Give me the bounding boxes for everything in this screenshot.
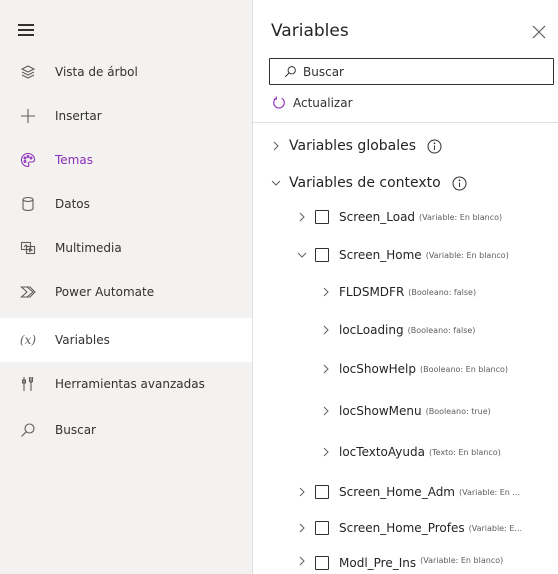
screen-checkbox[interactable] — [315, 556, 329, 570]
variable-meta: (Booleano: En blanco) — [420, 364, 509, 374]
layers-icon — [0, 64, 56, 80]
info-icon[interactable] — [452, 176, 467, 191]
nav-item-data[interactable]: Datos — [0, 182, 252, 226]
variable-name: Screen_Home — [339, 248, 422, 262]
tree-row-variable[interactable]: FLDSMDFR (Booleano: false) — [321, 274, 476, 310]
left-nav: Vista de árbol Insertar Temas Datos Mult… — [0, 0, 252, 574]
variable-meta: (Booleano: false) — [408, 287, 477, 297]
nav-item-insert[interactable]: Insertar — [0, 94, 252, 138]
variable-name: Screen_Load — [339, 210, 416, 224]
variable-name: Screen_Home_Profes — [339, 521, 465, 535]
variable-name: locLoading — [339, 323, 404, 337]
nav-label: Multimedia — [55, 241, 122, 255]
nav-label: Buscar — [55, 423, 96, 437]
nav-label: Variables — [55, 333, 110, 347]
close-icon[interactable] — [532, 24, 546, 39]
variable-meta: (Texto: En blanco) — [428, 447, 501, 457]
tools-icon — [0, 376, 56, 392]
search-input[interactable]: Buscar — [269, 58, 554, 85]
nav-item-themes[interactable]: Temas — [0, 138, 252, 182]
chevron-right-icon — [297, 556, 307, 566]
power-automate-icon — [0, 284, 56, 300]
panel-title: Variables — [271, 21, 349, 41]
variable-name: Screen_Home_Adm — [339, 485, 455, 499]
tree-row-screen-home-adm[interactable]: Screen_Home_Adm (Variable: En ... — [297, 474, 520, 510]
variables-panel: Variables Buscar Actualizar Variables gl… — [252, 0, 558, 574]
section-label: Variables globales — [289, 138, 417, 154]
variable-meta: (Booleano: false) — [407, 325, 476, 335]
nav-label: Vista de árbol — [55, 65, 138, 79]
variable-icon: (x) — [19, 333, 37, 347]
tree-row-variable[interactable]: locShowHelp (Booleano: En blanco) — [321, 351, 508, 387]
chevron-right-icon — [321, 406, 331, 416]
chevron-down-icon — [297, 250, 307, 260]
nav-item-variables[interactable]: (x) Variables — [0, 318, 252, 362]
nav-item-media[interactable]: Multimedia — [0, 226, 252, 270]
variable-meta: (Variable: En blanco) — [419, 212, 503, 222]
hamburger-menu-icon[interactable] — [18, 24, 34, 36]
palette-icon — [0, 152, 56, 168]
screen-checkbox[interactable] — [315, 485, 329, 499]
screen-checkbox[interactable] — [315, 521, 329, 535]
variable-name: locShowHelp — [339, 362, 417, 376]
database-icon — [0, 196, 56, 212]
tree-row-screen-home[interactable]: Screen_Home (Variable: En blanco) — [297, 237, 509, 273]
variable-meta: (Booleano: true) — [425, 406, 491, 416]
plus-icon — [0, 108, 56, 124]
variable-name: Modl_Pre_Ins — [339, 556, 417, 570]
chevron-right-icon — [321, 325, 331, 335]
nav-label: Power Automate — [55, 285, 155, 299]
variable-meta: (Variable: E... — [468, 523, 523, 533]
chevron-right-icon — [321, 287, 331, 297]
variable-name: locShowMenu — [339, 404, 422, 418]
nav-item-tree-view[interactable]: Vista de árbol — [0, 50, 252, 94]
chevron-right-icon — [321, 364, 331, 374]
tree-row-variable[interactable]: locShowMenu (Booleano: true) — [321, 393, 491, 429]
chevron-down-icon — [271, 178, 281, 188]
media-icon — [0, 240, 56, 256]
variable-name: FLDSMDFR — [339, 285, 405, 299]
nav-item-power-automate[interactable]: Power Automate — [0, 270, 252, 314]
nav-label: Insertar — [55, 109, 102, 123]
search-icon — [284, 66, 296, 78]
search-icon — [0, 422, 56, 438]
refresh-label: Actualizar — [293, 96, 353, 110]
screen-checkbox[interactable] — [315, 210, 329, 224]
info-icon[interactable] — [427, 139, 442, 154]
variable-meta: (Variable: En blanco) — [425, 250, 509, 260]
tree-row-modl-pre-ins[interactable]: Modl_Pre_Ins (Variable: En blanco) — [297, 544, 503, 574]
variable-meta: (Variable: En blanco) — [420, 556, 504, 565]
divider — [253, 122, 558, 123]
chevron-right-icon — [297, 523, 307, 533]
section-global-variables[interactable]: Variables globales — [271, 128, 442, 164]
section-context-variables[interactable]: Variables de contexto — [271, 165, 467, 201]
screen-checkbox[interactable] — [315, 248, 329, 262]
chevron-right-icon — [271, 141, 281, 151]
variable-name: locTextoAyuda — [339, 445, 425, 459]
nav-item-advanced-tools[interactable]: Herramientas avanzadas — [0, 362, 252, 406]
refresh-button[interactable]: Actualizar — [272, 96, 353, 110]
chevron-right-icon — [297, 487, 307, 497]
nav-label: Herramientas avanzadas — [55, 377, 205, 391]
tree-row-screen-home-profes[interactable]: Screen_Home_Profes (Variable: E... — [297, 510, 522, 546]
chevron-right-icon — [321, 447, 331, 457]
search-placeholder: Buscar — [303, 64, 344, 79]
variable-meta: (Variable: En ... — [459, 487, 521, 497]
tree-row-variable[interactable]: locLoading (Booleano: false) — [321, 312, 475, 348]
section-label: Variables de contexto — [289, 175, 441, 191]
refresh-icon — [273, 96, 285, 109]
tree-row-screen-load[interactable]: Screen_Load (Variable: En blanco) — [297, 199, 502, 235]
nav-label: Datos — [55, 197, 90, 211]
nav-label: Temas — [55, 153, 93, 167]
tree-row-variable[interactable]: locTextoAyuda (Texto: En blanco) — [321, 434, 501, 470]
nav-item-search[interactable]: Buscar — [0, 408, 252, 452]
chevron-right-icon — [297, 212, 307, 222]
